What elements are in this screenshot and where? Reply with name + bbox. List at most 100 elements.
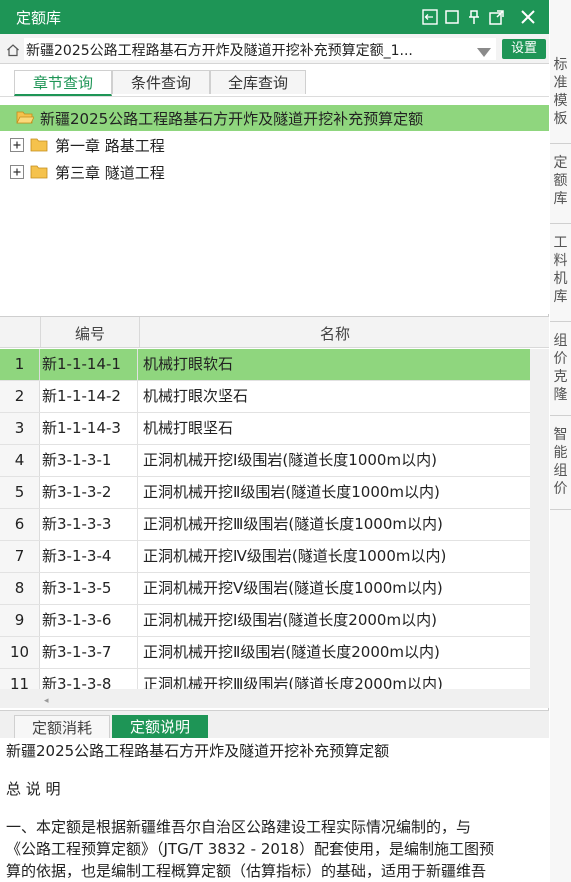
description-line: 算的依据，也是编制工程概算定额（估算指标）的基础，适用于新疆维吾: [6, 862, 487, 880]
row-name: 机械打眼坚石: [143, 419, 234, 437]
folder-icon: [30, 137, 48, 152]
dock-left-icon[interactable]: [421, 8, 439, 26]
description-text: 新疆2025公路工程路基石方开炸及隧道开挖补充预算定额 总 说 明 一、本定额是…: [0, 738, 549, 882]
row-number: 11: [0, 669, 40, 689]
home-icon[interactable]: [6, 42, 20, 57]
row-code: 新1-1-14-1: [42, 349, 138, 380]
table-row[interactable]: 9 新3-1-3-6 正洞机械开挖Ⅰ级围岩(隧道长度2000m以内): [0, 605, 530, 637]
tab-condition-query[interactable]: 条件查询: [112, 70, 210, 94]
folder-icon: [30, 164, 48, 179]
database-select-value: 新疆2025公路工程路基石方开炸及隧道开挖补充预算定额_1...: [26, 43, 413, 59]
table-row[interactable]: 8 新3-1-3-5 正洞机械开挖Ⅴ级围岩(隧道长度1000m以内): [0, 573, 530, 605]
tree-root-item[interactable]: 新疆2025公路工程路基石方开炸及隧道开挖补充预算定额: [0, 105, 549, 131]
tree-item-chapter-1[interactable]: 第一章 路基工程: [0, 132, 549, 158]
row-number: 8: [0, 573, 40, 604]
row-name: 机械打眼软石: [143, 355, 234, 373]
row-number: 6: [0, 509, 40, 540]
table-row[interactable]: 6 新3-1-3-3 正洞机械开挖Ⅲ级围岩(隧道长度1000m以内): [0, 509, 530, 541]
table-row[interactable]: 11 新3-1-3-8 正洞机械开挖Ⅲ级围岩(隧道长度2000m以内): [0, 669, 530, 689]
title-bar: 定额库: [0, 0, 549, 34]
row-code: 新3-1-3-7: [42, 637, 138, 668]
scroll-left-arrow-icon[interactable]: ◂: [44, 696, 49, 706]
database-select[interactable]: 新疆2025公路工程路基石方开炸及隧道开挖补充预算定额_1...: [24, 38, 496, 60]
row-name: 正洞机械开挖Ⅳ级围岩(隧道长度1000m以内): [143, 547, 447, 565]
row-code: 新3-1-3-2: [42, 477, 138, 508]
row-number: 5: [0, 477, 40, 508]
description-title: 新疆2025公路工程路基石方开炸及隧道开挖补充预算定额: [6, 742, 390, 760]
tree-item-label: 第一章 路基工程: [55, 137, 165, 155]
tab-full-query[interactable]: 全库查询: [210, 70, 306, 94]
row-code: 新3-1-3-1: [42, 445, 138, 476]
row-code: 新3-1-3-6: [42, 605, 138, 636]
row-name: 正洞机械开挖Ⅲ级围岩(隧道长度2000m以内): [143, 675, 443, 689]
side-tab-smart-pricing[interactable]: 智能组价: [550, 418, 571, 510]
side-tab-label: 组价克隆: [553, 333, 568, 403]
row-name: 机械打眼次坚石: [143, 387, 249, 405]
row-code: 新1-1-14-3: [42, 413, 138, 444]
table-header: 编号 名称: [0, 317, 549, 348]
row-code: 新3-1-3-3: [42, 509, 138, 540]
expand-plus-icon[interactable]: [10, 138, 24, 152]
description-line: 一、本定额是根据新疆维吾尔自治区公路建设工程实际情况编制的，与: [6, 818, 472, 836]
row-number: 1: [0, 349, 40, 380]
detail-tabs: 定额消耗 定额说明: [0, 710, 549, 739]
close-icon[interactable]: [519, 8, 537, 26]
row-code: 新3-1-3-4: [42, 541, 138, 572]
row-name: 正洞机械开挖Ⅰ级围岩(隧道长度1000m以内): [143, 451, 437, 469]
quota-library-panel: 定额库 新疆2025公路工程路基石方开炸及隧道开挖补充预算定额_1... 设置 …: [0, 0, 549, 882]
table-row[interactable]: 7 新3-1-3-4 正洞机械开挖Ⅳ级围岩(隧道长度1000m以内): [0, 541, 530, 573]
side-tab-standard-template[interactable]: 标准模板: [550, 48, 571, 144]
column-header-code[interactable]: 编号: [41, 323, 139, 344]
row-number: 10: [0, 637, 40, 668]
row-name: 正洞机械开挖Ⅴ级围岩(隧道长度1000m以内): [143, 579, 443, 597]
tree-item-chapter-3[interactable]: 第三章 隧道工程: [0, 159, 549, 185]
table-row[interactable]: 2 新1-1-14-2 机械打眼次坚石: [0, 381, 530, 413]
vertical-scrollbar[interactable]: [530, 349, 549, 689]
chevron-down-icon[interactable]: [476, 43, 492, 57]
panel-title: 定额库: [16, 9, 62, 27]
tree-root-label: 新疆2025公路工程路基石方开炸及隧道开挖补充预算定额: [40, 110, 424, 128]
side-tab-label: 智能组价: [553, 427, 568, 497]
tab-quota-consumption[interactable]: 定额消耗: [14, 715, 110, 739]
row-name: 正洞机械开挖Ⅰ级围岩(隧道长度2000m以内): [143, 611, 437, 629]
database-bar: 新疆2025公路工程路基石方开炸及隧道开挖补充预算定额_1... 设置: [0, 34, 549, 64]
description-heading: 总 说 明: [6, 780, 61, 798]
row-name: 正洞机械开挖Ⅱ级围岩(隧道长度2000m以内): [143, 643, 440, 661]
table-row[interactable]: 5 新3-1-3-2 正洞机械开挖Ⅱ级围岩(隧道长度1000m以内): [0, 477, 530, 509]
side-tab-label: 标准模板: [553, 57, 568, 127]
table-row[interactable]: 4 新3-1-3-1 正洞机械开挖Ⅰ级围岩(隧道长度1000m以内): [0, 445, 530, 477]
expand-plus-icon[interactable]: [10, 165, 24, 179]
row-name: 正洞机械开挖Ⅲ级围岩(隧道长度1000m以内): [143, 515, 443, 533]
settings-button[interactable]: 设置: [502, 39, 546, 59]
row-number: 9: [0, 605, 40, 636]
row-number: 7: [0, 541, 40, 572]
pin-icon[interactable]: [465, 8, 483, 26]
side-tab-material-library[interactable]: 工料机库: [550, 226, 571, 322]
side-tab-label: 工料机库: [553, 235, 568, 305]
description-line: 《公路工程预算定额》（JTG/T 3832 - 2018）配套使用，是编制施工图…: [6, 840, 494, 858]
column-header-name[interactable]: 名称: [140, 323, 530, 344]
side-tab-label: 定额库: [553, 155, 568, 207]
side-tab-pricing-clone[interactable]: 组价克隆: [550, 324, 571, 416]
maximize-icon[interactable]: [443, 8, 461, 26]
app-window: 定额库 新疆2025公路工程路基石方开炸及隧道开挖补充预算定额_1... 设置 …: [0, 0, 571, 882]
open-folder-icon: [16, 110, 35, 125]
float-window-icon[interactable]: [488, 8, 506, 26]
side-tab-bar: 标准模板 定额库 工料机库 组价克隆 智能组价: [550, 0, 571, 882]
tab-chapter-query[interactable]: 章节查询: [14, 70, 112, 96]
side-tab-quota-library[interactable]: 定额库: [550, 146, 571, 224]
tab-quota-description[interactable]: 定额说明: [112, 715, 208, 739]
horizontal-scrollbar[interactable]: ◂: [0, 689, 549, 708]
row-number: 3: [0, 413, 40, 444]
row-code: 新1-1-14-2: [42, 381, 138, 412]
row-number: 4: [0, 445, 40, 476]
table-row[interactable]: 3 新1-1-14-3 机械打眼坚石: [0, 413, 530, 445]
chapter-tree: 新疆2025公路工程路基石方开炸及隧道开挖补充预算定额 第一章 路基工程 第三章: [0, 96, 549, 314]
row-code: 新3-1-3-8: [42, 669, 138, 689]
table-row[interactable]: 1 新1-1-14-1 机械打眼软石: [0, 349, 530, 381]
query-tabs: 章节查询 条件查询 全库查询: [0, 64, 549, 96]
quota-table: 编号 名称 1 新1-1-14-1 机械打眼软石 2 新1-1-14-2 机械打眼次坚石…: [0, 316, 549, 708]
row-code: 新3-1-3-5: [42, 573, 138, 604]
tree-item-label: 第三章 隧道工程: [55, 164, 165, 182]
table-row[interactable]: 10 新3-1-3-7 正洞机械开挖Ⅱ级围岩(隧道长度2000m以内): [0, 637, 530, 669]
